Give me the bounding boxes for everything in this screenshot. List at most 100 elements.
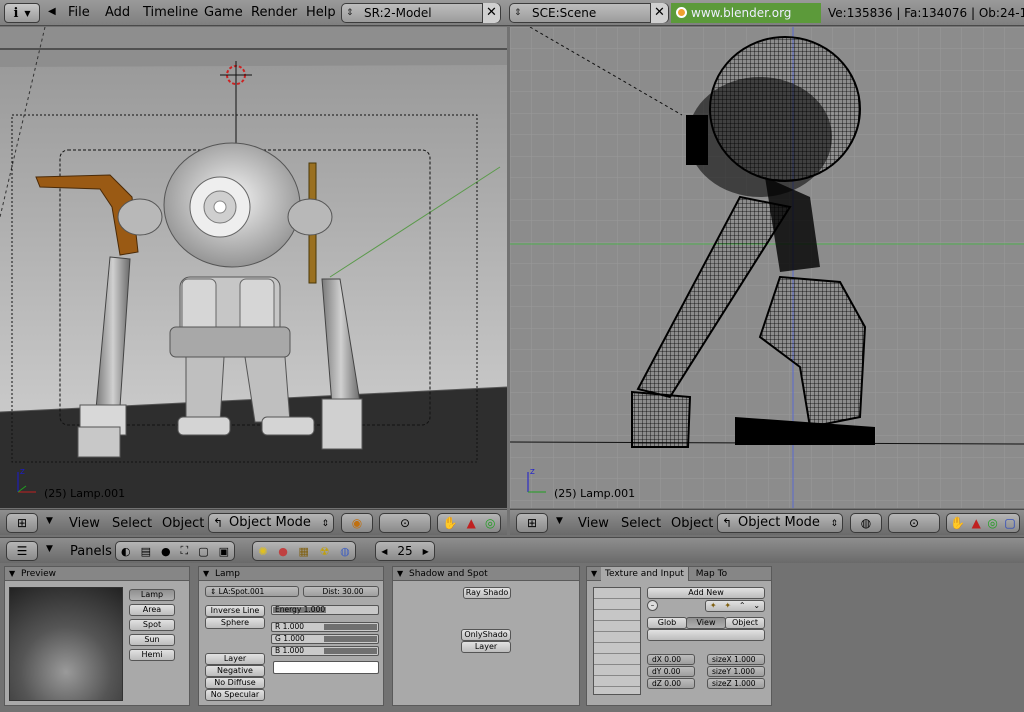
draw-type-button[interactable]: ◉ — [341, 513, 373, 533]
coord-view-button[interactable]: View — [686, 617, 726, 629]
sphere-toggle[interactable]: Sphere — [205, 617, 265, 629]
object-icon[interactable]: ⛶ — [181, 544, 189, 558]
blender-url[interactable]: www.blender.org 249.2 — [671, 3, 821, 40]
ray-shadow-toggle[interactable]: Ray Shado — [463, 587, 511, 599]
screen-selector[interactable]: ⇕ SR:2-Model ✕ — [341, 3, 501, 23]
texture-browse-button[interactable]: – — [647, 600, 658, 611]
viewport-camera[interactable]: Z (25) Lamp.001 — [0, 27, 507, 508]
no-diffuse-toggle[interactable]: No Diffuse — [205, 677, 265, 689]
energy-slider[interactable]: Energy 1.000 — [271, 605, 379, 615]
lamp-icon[interactable]: ✺ — [258, 545, 267, 558]
sizex-field[interactable]: sizeX 1.000 — [707, 654, 765, 665]
translate-icon[interactable]: ▲ — [972, 516, 981, 530]
falloff-selector[interactable]: Inverse Line — [205, 605, 265, 617]
subcontext-buttons[interactable]: ✺ ● ▦ ☢ ◍ — [252, 541, 356, 561]
up-arrow-icon[interactable]: ⌃ — [739, 601, 746, 611]
shading-icon[interactable]: ● — [161, 545, 171, 558]
close-scene-icon[interactable]: ✕ — [650, 3, 668, 23]
collapse-arrow-icon[interactable]: ▼ — [46, 544, 53, 554]
rotate-icon[interactable]: ◎ — [485, 516, 495, 530]
add-new-texture-button[interactable]: Add New — [647, 587, 765, 599]
sizey-field[interactable]: sizeY 1.000 — [707, 666, 765, 677]
tab-texture-input[interactable]: Texture and Input — [601, 567, 689, 581]
menu-view[interactable]: View — [69, 516, 100, 531]
editor-type-button[interactable]: ⊞ — [6, 513, 38, 533]
copy-icon[interactable]: ✦ — [710, 601, 717, 611]
manipulator-group[interactable]: ✋ ▲ ◎ — [437, 513, 501, 533]
info-editor-type-button[interactable]: i ▼ — [4, 3, 40, 23]
script-icon[interactable]: ▤ — [141, 545, 151, 558]
sizez-field[interactable]: sizeZ 1.000 — [707, 678, 765, 689]
shadow-layer-toggle[interactable]: Layer — [461, 641, 511, 653]
hand-icon[interactable]: ✋ — [443, 516, 458, 530]
dx-field[interactable]: dX 0.00 — [647, 654, 695, 665]
layer-toggle[interactable]: Layer — [205, 653, 265, 665]
hand-icon[interactable]: ✋ — [950, 516, 965, 530]
logic-icon[interactable]: ◐ — [121, 545, 131, 558]
only-shadow-toggle[interactable]: OnlyShado — [461, 629, 511, 641]
panel-title[interactable]: Lamp — [199, 567, 383, 581]
red-slider[interactable]: R 1.000 — [271, 622, 379, 632]
editor-type-button[interactable]: ⊞ — [516, 513, 548, 533]
blue-slider[interactable]: B 1.000 — [271, 646, 379, 656]
negative-toggle[interactable]: Negative — [205, 665, 265, 677]
menu-file[interactable]: File — [68, 5, 90, 20]
panels-menu[interactable]: Panels — [70, 544, 112, 559]
close-screen-icon[interactable]: ✕ — [482, 3, 500, 23]
menu-render[interactable]: Render — [251, 5, 297, 20]
frame-field[interactable]: ◀ 25 ▶ — [375, 541, 435, 561]
material-icon[interactable]: ● — [278, 545, 288, 558]
type-area-button[interactable]: Area — [129, 604, 175, 616]
left-arrow-icon[interactable]: ◀ — [381, 547, 387, 556]
type-lamp-button[interactable]: Lamp — [129, 589, 175, 601]
type-sun-button[interactable]: Sun — [129, 634, 175, 646]
scale-icon[interactable]: ▢ — [1004, 516, 1015, 530]
collapse-arrow-icon[interactable]: ◀ — [48, 6, 56, 17]
panel-title[interactable]: Preview — [5, 567, 189, 581]
collapse-arrow-icon[interactable]: ▼ — [46, 516, 53, 526]
world-icon[interactable]: ◍ — [340, 545, 350, 558]
down-arrow-icon[interactable]: ⌄ — [753, 601, 760, 611]
menu-game[interactable]: Game — [204, 5, 243, 20]
green-slider[interactable]: G 1.000 — [271, 634, 379, 644]
editing-icon[interactable]: ▢ — [198, 545, 208, 558]
mode-selector[interactable]: ↰ Object Mode ⇕ — [208, 513, 334, 533]
right-arrow-icon[interactable]: ▶ — [423, 547, 429, 556]
scene-selector[interactable]: ⇕ SCE:Scene ✕ — [509, 3, 669, 23]
dist-field[interactable]: Dist: 30.00 — [303, 586, 379, 597]
menu-add[interactable]: Add — [105, 5, 130, 20]
dy-field[interactable]: dY 0.00 — [647, 666, 695, 677]
menu-select[interactable]: Select — [621, 516, 661, 531]
lamp-name-field[interactable]: ⇕ LA:Spot.001 — [205, 586, 299, 597]
mode-selector[interactable]: ↰ Object Mode ⇕ — [717, 513, 843, 533]
texture-channel-list[interactable] — [593, 587, 641, 695]
pivot-button[interactable]: ⊙ — [888, 513, 940, 533]
viewport-side[interactable]: Z (25) Lamp.001 — [510, 27, 1024, 508]
panel-title[interactable]: Shadow and Spot — [393, 567, 579, 581]
no-specular-toggle[interactable]: No Specular — [205, 689, 265, 701]
coord-object-button[interactable]: Object — [725, 617, 765, 629]
coord-glob-button[interactable]: Glob — [647, 617, 687, 629]
menu-view[interactable]: View — [578, 516, 609, 531]
radiosity-icon[interactable]: ☢ — [320, 545, 330, 558]
type-spot-button[interactable]: Spot — [129, 619, 175, 631]
rotate-icon[interactable]: ◎ — [987, 516, 997, 530]
type-hemi-button[interactable]: Hemi — [129, 649, 175, 661]
texture-icon[interactable]: ▦ — [298, 545, 308, 558]
dz-field[interactable]: dZ 0.00 — [647, 678, 695, 689]
tab-map-to[interactable]: Map To — [692, 569, 727, 579]
collapse-arrow-icon[interactable]: ▼ — [556, 516, 563, 526]
paste-icon[interactable]: ✦ — [724, 601, 731, 611]
menu-timeline[interactable]: Timeline — [143, 5, 198, 20]
menu-select[interactable]: Select — [112, 516, 152, 531]
menu-object[interactable]: Object — [162, 516, 204, 531]
menu-object[interactable]: Object — [671, 516, 713, 531]
editor-type-button[interactable]: ☰ — [6, 541, 38, 561]
scene-icon[interactable]: ▣ — [219, 545, 229, 558]
manipulator-group[interactable]: ✋ ▲ ◎ ▢ — [946, 513, 1020, 533]
pivot-button[interactable]: ⊙ — [379, 513, 431, 533]
channel-move-buttons[interactable]: ✦ ✦ ⌃ ⌄ — [705, 600, 765, 612]
object-name-field[interactable] — [647, 629, 765, 641]
menu-help[interactable]: Help — [306, 5, 336, 20]
context-buttons[interactable]: ◐ ▤ ● ⛶ ▢ ▣ — [115, 541, 235, 561]
